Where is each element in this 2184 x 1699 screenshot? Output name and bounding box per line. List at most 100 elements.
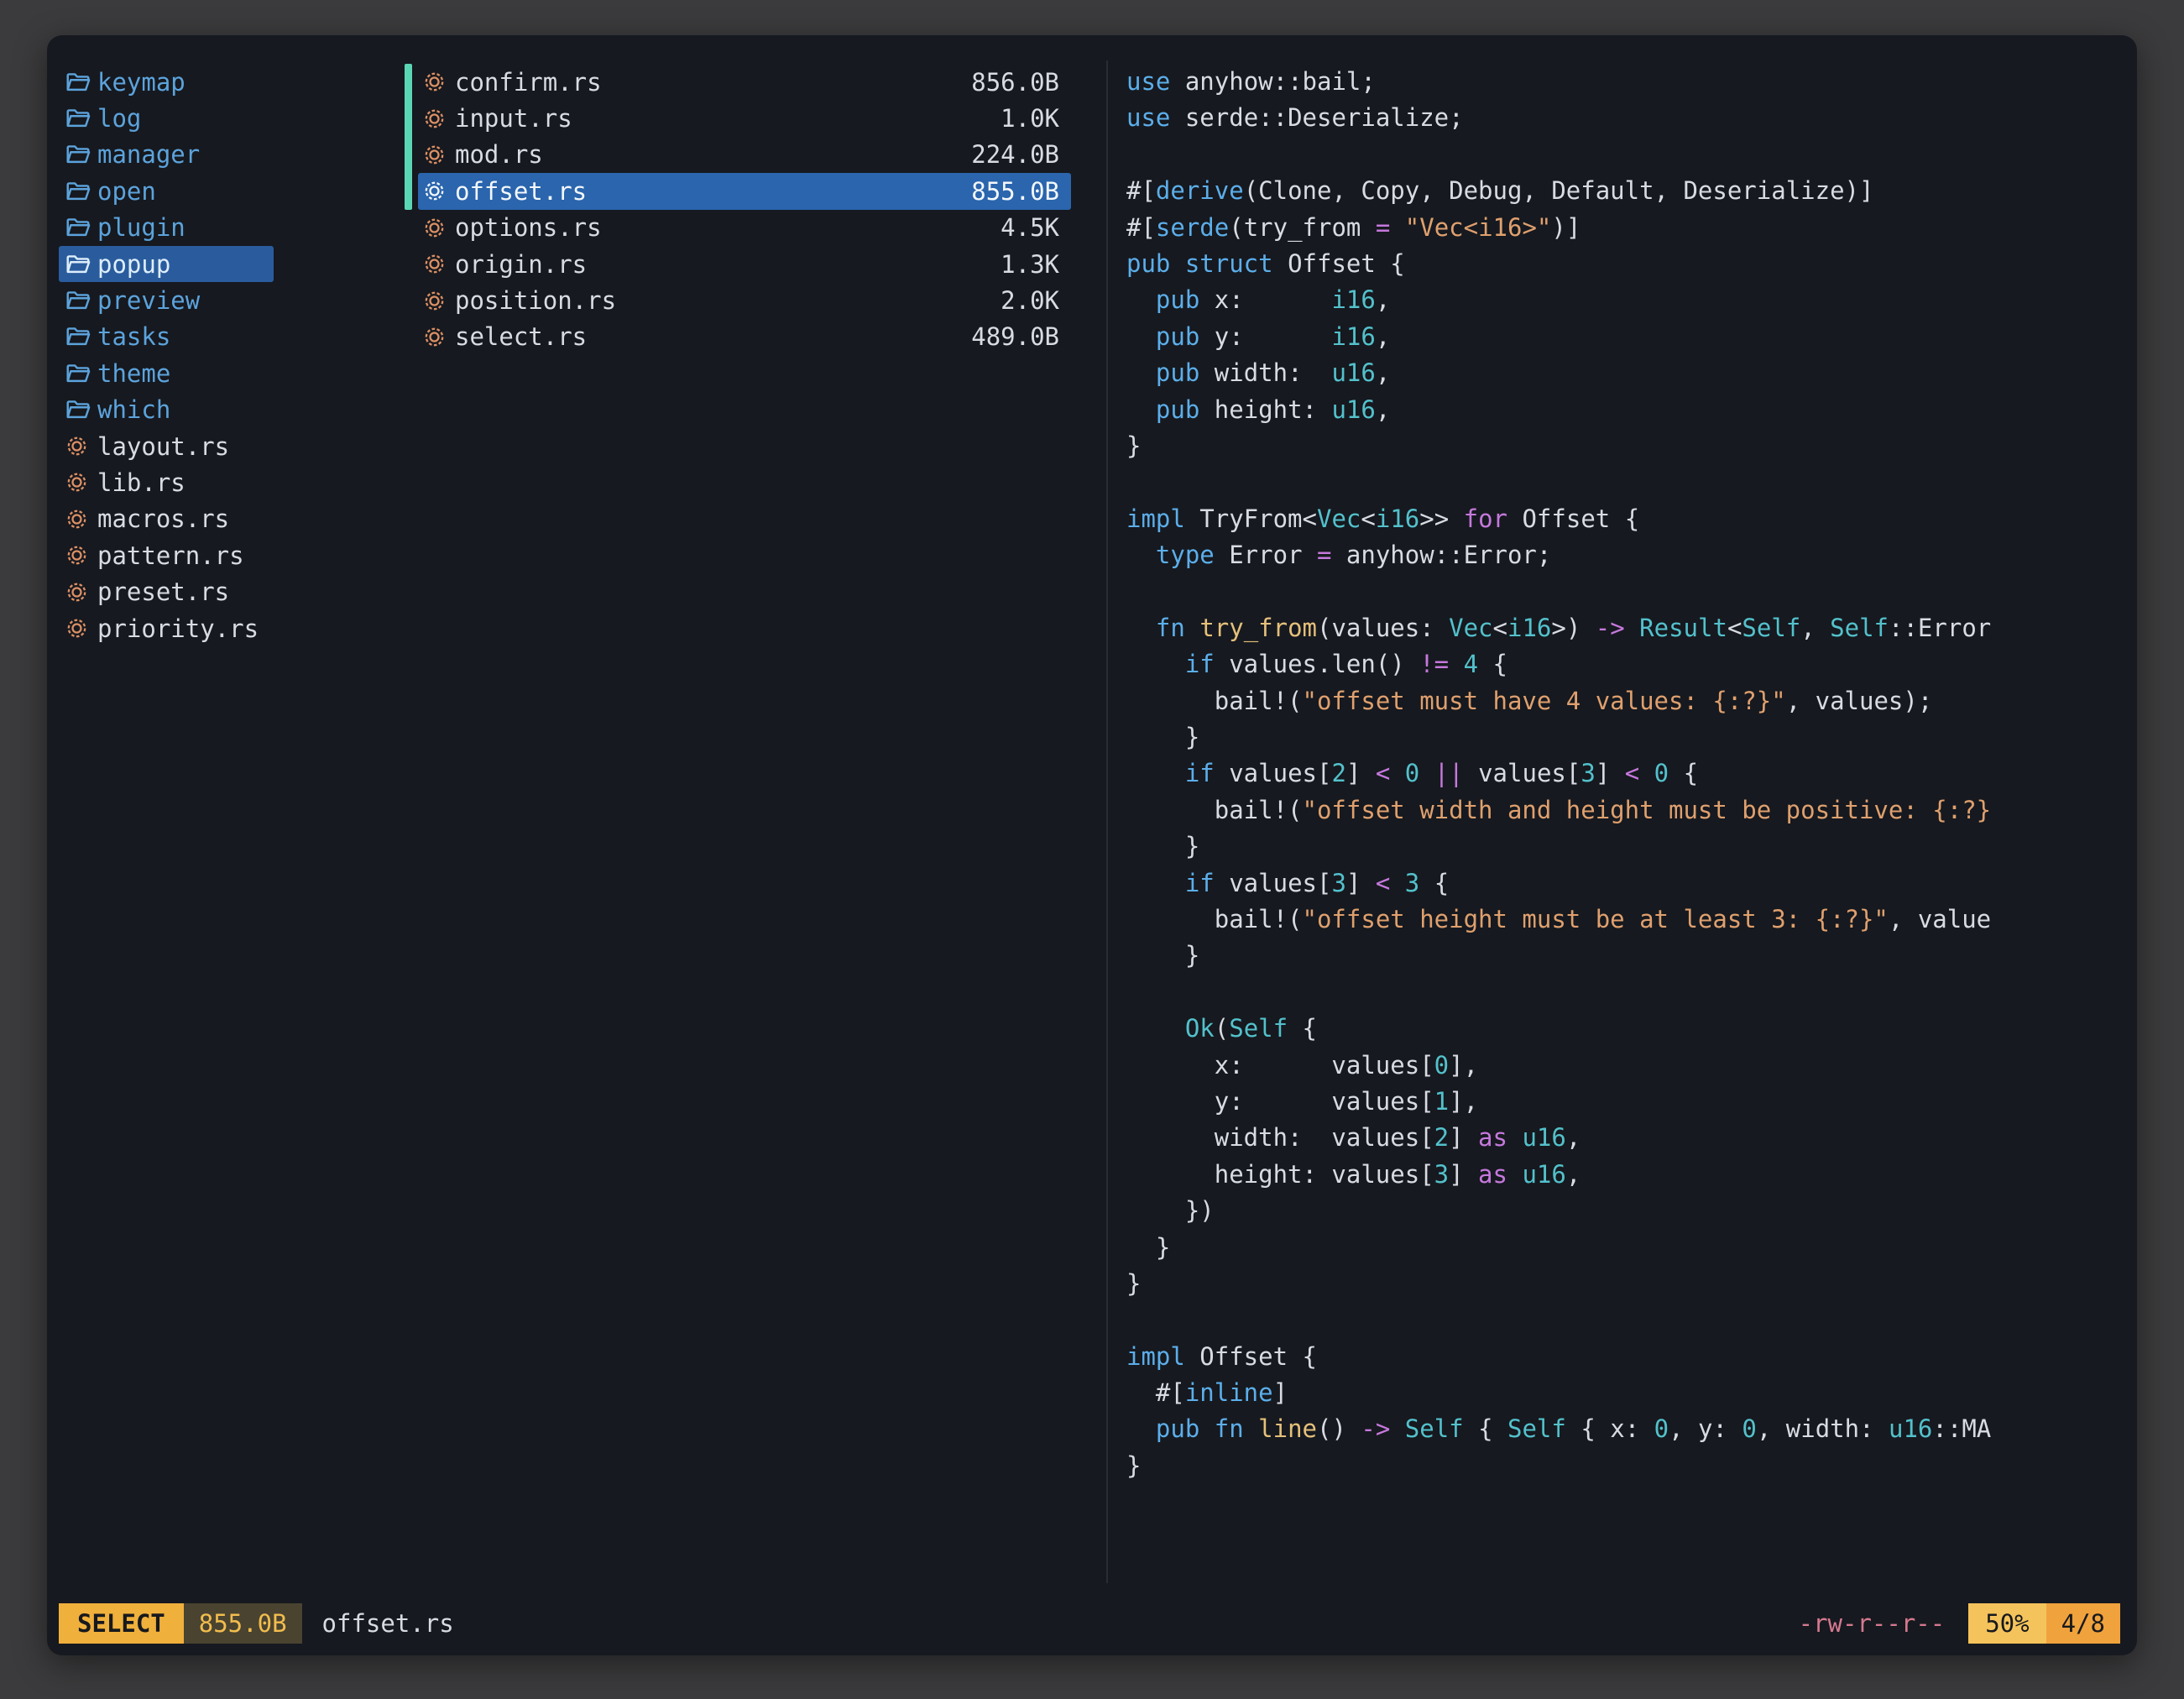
code-line: pub fn line() -> Self { Self { x: 0, y: …: [1126, 1411, 2120, 1447]
statusbar-spacer: [454, 1603, 1799, 1644]
file-name: position.rs: [455, 286, 616, 315]
sidebar-item-plugin[interactable]: plugin: [59, 210, 274, 246]
sidebar-item-label: lib.rs: [97, 468, 185, 497]
file-name: offset.rs: [455, 177, 587, 206]
folder-open-icon: [65, 290, 97, 311]
folder-open-icon: [65, 363, 97, 384]
code-line: [1126, 1302, 2120, 1338]
code-line: #[serde(try_from = "Vec<i16>")]: [1126, 210, 2120, 246]
code-line: bail!("offset width and height must be p…: [1126, 792, 2120, 829]
rust-file-icon: [65, 581, 97, 604]
sidebar-item-open[interactable]: open: [59, 173, 274, 209]
rust-file-icon: [423, 144, 455, 166]
code-line: pub width: u16,: [1126, 355, 2120, 391]
sidebar-item-manager[interactable]: manager: [59, 137, 274, 173]
code-line: impl TryFrom<Vec<i16>> for Offset {: [1126, 501, 2120, 537]
file-size: 489.0B: [971, 322, 1059, 351]
file-row-origin-rs[interactable]: origin.rs 1.3K: [418, 246, 1071, 282]
sidebar-item-label: manager: [97, 140, 200, 169]
rust-file-icon: [65, 435, 97, 457]
file-row-options-rs[interactable]: options.rs4.5K: [418, 210, 1071, 246]
code-line: #[derive(Clone, Copy, Debug, Default, De…: [1126, 173, 2120, 209]
file-size: 1.3K: [1001, 250, 1059, 279]
code-line: }: [1126, 1266, 2120, 1302]
rust-file-icon: [423, 107, 455, 130]
sidebar-item-tasks[interactable]: tasks: [59, 319, 274, 355]
code-line: pub height: u16,: [1126, 392, 2120, 428]
parent-directory-pane: keymaplog manager open plugin popuppreview ta…: [59, 64, 378, 646]
permissions-label: -rw-r--r--: [1799, 1603, 1946, 1644]
sidebar-item-priority-rs[interactable]: priority.rs: [59, 610, 274, 646]
sidebar-item-label: macros.rs: [97, 504, 229, 533]
code-line: }: [1126, 428, 2120, 464]
file-size: 1.0K: [1001, 104, 1059, 133]
code-line: [1126, 573, 2120, 609]
file-row-select-rs[interactable]: select.rs489.0B: [418, 319, 1071, 355]
code-line: }: [1126, 1448, 2120, 1484]
sidebar-item-label: priority.rs: [97, 614, 259, 643]
rust-file-icon: [65, 617, 97, 640]
file-size: 855.0B: [971, 177, 1059, 206]
code-line: height: values[3] as u16,: [1126, 1157, 2120, 1193]
sidebar-item-log[interactable]: log: [59, 100, 274, 136]
sidebar-item-label: tasks: [97, 322, 170, 351]
folder-open-icon: [65, 107, 97, 129]
folder-open-icon: [65, 217, 97, 238]
file-name: confirm.rs: [455, 68, 602, 97]
code-line: if values[2] < 0 || values[3] < 0 {: [1126, 755, 2120, 792]
code-line: if values.len() != 4 {: [1126, 646, 2120, 682]
sidebar-item-label: plugin: [97, 213, 185, 242]
file-name: input.rs: [455, 104, 572, 133]
code-line: #[inline]: [1126, 1375, 2120, 1411]
sidebar-item-theme[interactable]: theme: [59, 355, 274, 391]
sidebar-item-macros-rs[interactable]: macros.rs: [59, 501, 274, 537]
cursor-position-badge: 4/8: [2046, 1603, 2120, 1644]
sidebar-item-pattern-rs[interactable]: pattern.rs: [59, 537, 274, 573]
sidebar-item-layout-rs[interactable]: layout.rs: [59, 428, 274, 464]
code-line: width: values[2] as u16,: [1126, 1120, 2120, 1156]
folder-open-icon: [65, 180, 97, 202]
preview-pane: use anyhow::bail;use serde::Deserialize;…: [1126, 64, 2120, 1575]
file-name: origin.rs: [455, 250, 587, 279]
code-line: bail!("offset height must be at least 3:…: [1126, 902, 2120, 938]
code-line: fn try_from(values: Vec<i16>) -> Result<…: [1126, 610, 2120, 646]
code-line: [1126, 975, 2120, 1011]
code-line: impl Offset {: [1126, 1339, 2120, 1375]
rust-file-icon: [65, 544, 97, 567]
file-list: confirm.rs856.0B input.rs 1.0K mod.rs 224.0B…: [418, 64, 1071, 355]
code-line: [1126, 464, 2120, 500]
rust-file-icon: [65, 508, 97, 531]
sidebar-item-preset-rs[interactable]: preset.rs: [59, 573, 274, 609]
sidebar-item-label: theme: [97, 359, 170, 388]
file-size: 224.0B: [971, 140, 1059, 169]
file-row-offset-rs[interactable]: offset.rs 855.0B: [418, 173, 1071, 209]
code-line: use anyhow::bail;: [1126, 64, 2120, 100]
code-line: pub y: i16,: [1126, 319, 2120, 355]
code-line: use serde::Deserialize;: [1126, 100, 2120, 136]
scrollbar-marker[interactable]: [405, 64, 412, 210]
sidebar-item-which[interactable]: which: [59, 392, 274, 428]
sidebar-item-label: open: [97, 177, 156, 206]
file-size: 4.5K: [1001, 213, 1059, 242]
file-row-mod-rs[interactable]: mod.rs 224.0B: [418, 137, 1071, 173]
sidebar-item-lib-rs[interactable]: lib.rs: [59, 464, 274, 500]
sidebar-item-popup[interactable]: popup: [59, 246, 274, 282]
sidebar-item-keymap[interactable]: keymap: [59, 64, 274, 100]
status-bar: SELECT 855.0B offset.rs -rw-r--r-- 50% 4…: [59, 1603, 2120, 1644]
rust-file-icon: [65, 471, 97, 494]
code-line: }): [1126, 1193, 2120, 1229]
rust-file-icon: [423, 253, 455, 275]
code-line: y: values[1],: [1126, 1084, 2120, 1120]
code-line: }: [1126, 1230, 2120, 1266]
file-row-confirm-rs[interactable]: confirm.rs856.0B: [418, 64, 1071, 100]
sidebar-item-preview[interactable]: preview: [59, 282, 274, 318]
pane-separator: [1106, 60, 1108, 1583]
code-line: x: values[0],: [1126, 1048, 2120, 1084]
file-row-input-rs[interactable]: input.rs 1.0K: [418, 100, 1071, 136]
code-line: Ok(Self {: [1126, 1011, 2120, 1047]
file-row-position-rs[interactable]: position.rs2.0K: [418, 282, 1071, 318]
sidebar-item-label: which: [97, 395, 170, 424]
scroll-percent-badge: 50%: [1968, 1603, 2046, 1644]
rust-file-icon: [423, 217, 455, 239]
file-name: mod.rs: [455, 140, 543, 169]
